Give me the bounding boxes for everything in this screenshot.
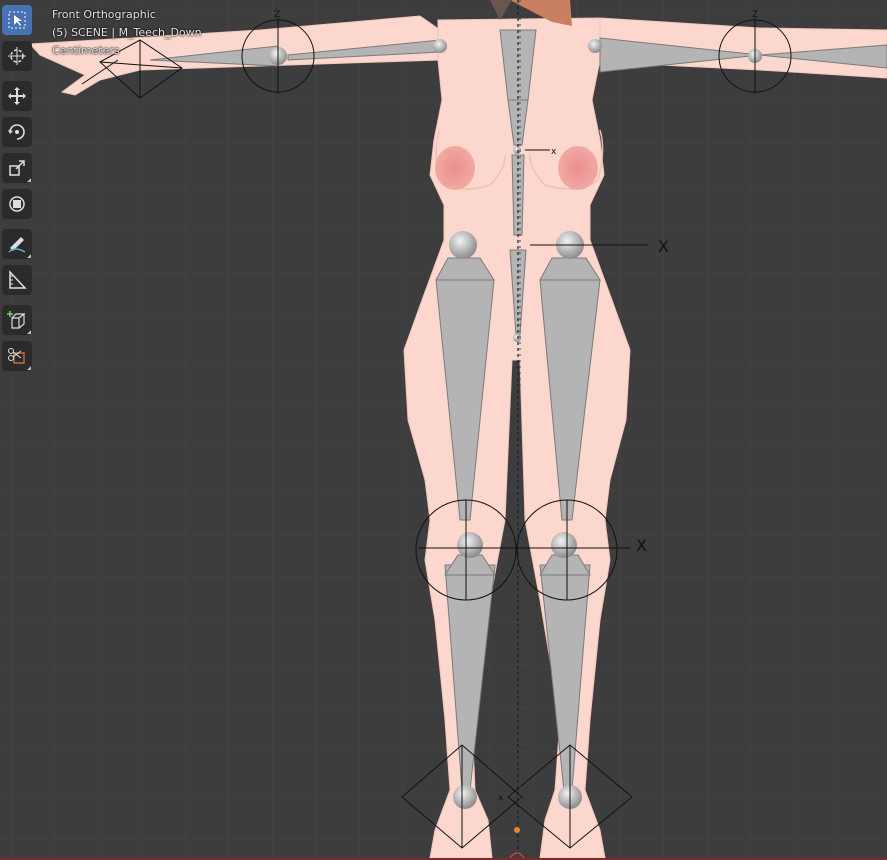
move-icon: [8, 87, 26, 105]
transform-icon: [9, 196, 25, 212]
knife-tool[interactable]: [2, 341, 32, 371]
viewport-info-overlay: Front Orthographic (5) SCENE | M_Teech_D…: [52, 6, 202, 60]
foot-x-label: x: [498, 793, 504, 803]
transform-tool[interactable]: [2, 189, 32, 219]
view-name: Front Orthographic: [52, 8, 156, 21]
measure-tool[interactable]: [2, 265, 32, 295]
origin-point: [514, 827, 520, 833]
shoulder-z-label: Z: [274, 10, 280, 20]
hip-axis-label: X: [658, 237, 669, 256]
spine-x-label: x: [551, 147, 557, 157]
knife-icon: [8, 348, 25, 364]
scene-info: (5) SCENE | M_Teech_Down: [52, 26, 202, 39]
scale-tool[interactable]: [2, 153, 32, 183]
tool-shelf: [0, 5, 34, 377]
measure-icon: [9, 270, 27, 289]
select-box-tool[interactable]: [2, 5, 32, 35]
cursor-tool[interactable]: [2, 41, 32, 71]
add-cube-icon: [7, 311, 26, 329]
rotate-icon: [8, 124, 25, 140]
3d-viewport[interactable]: X X Z Z x x: [0, 0, 887, 860]
cursor-icon: [8, 47, 26, 65]
add-cube-tool[interactable]: [2, 305, 32, 335]
shoulder-z-label-right: Z: [752, 10, 758, 20]
rotate-tool[interactable]: [2, 117, 32, 147]
annotate-icon: [8, 237, 26, 253]
units-label: Centimeters: [52, 44, 120, 57]
annotate-tool[interactable]: [2, 229, 32, 259]
knee-axis-label: X: [636, 536, 647, 555]
scale-icon: [9, 160, 25, 176]
select-box-icon: [8, 11, 26, 29]
move-tool[interactable]: [2, 81, 32, 111]
